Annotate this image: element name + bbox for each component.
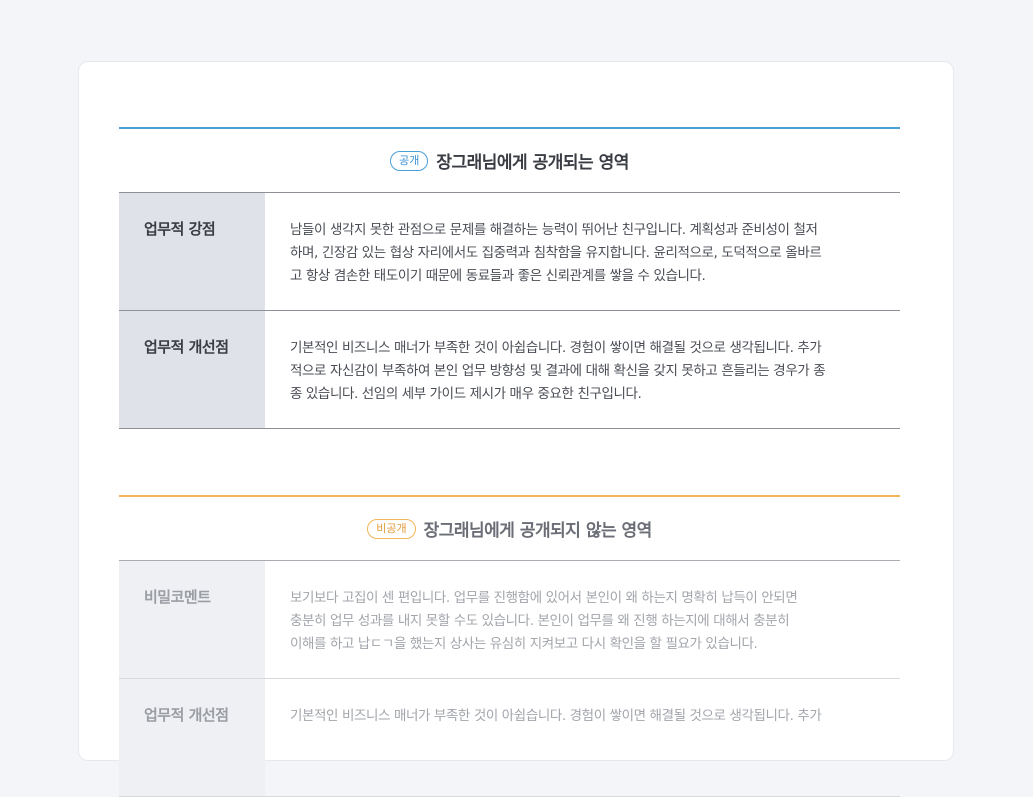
row-text: 보기보다 고집이 센 편입니다. 업무를 진행함에 있어서 본인이 왜 하는지 … (265, 561, 900, 678)
row-label: 업무적 개선점 (119, 311, 265, 428)
row-text-line: 적으로 자신감이 부족하여 본인 업무 방향성 및 결과에 대해 확신을 갖지 … (290, 363, 826, 379)
public-badge: 공개 (390, 150, 429, 171)
public-row-strengths: 업무적 강점 남들이 생각지 못한 관점으로 문제를 해결하는 능력이 뛰어난 … (119, 193, 900, 311)
public-section-header: 공개 장그래님에게 공개되는 영역 (119, 129, 900, 193)
public-section: 공개 장그래님에게 공개되는 영역 업무적 강점 남들이 생각지 못한 관점으로… (119, 127, 900, 429)
private-section: 비공개 장그래님에게 공개되지 않는 영역 비밀코멘트 보기보다 고집이 센 편… (119, 495, 900, 797)
private-row-improvements: 업무적 개선점 기본적인 비즈니스 매너가 부족한 것이 아쉽습니다. 경험이 … (119, 679, 900, 797)
row-text-line: 남들이 생각지 못한 관점으로 문제를 해결하는 능력이 뛰어난 친구입니다. … (290, 222, 818, 238)
row-text-line: 기본적인 비즈니스 매너가 부족한 것이 아쉽습니다. 경험이 쌓이면 해결될 … (290, 340, 822, 356)
row-text-line: 충분히 업무 성과를 내지 못할 수도 있습니다. 본인이 업무를 왜 진행 하… (290, 613, 790, 629)
public-row-improvements: 업무적 개선점 기본적인 비즈니스 매너가 부족한 것이 아쉽습니다. 경험이 … (119, 311, 900, 429)
private-section-header: 비공개 장그래님에게 공개되지 않는 영역 (119, 497, 900, 561)
row-text-line: 종 있습니다. 선임의 세부 가이드 제시가 매우 중요한 친구입니다. (290, 386, 642, 402)
evaluation-card: 공개 장그래님에게 공개되는 영역 업무적 강점 남들이 생각지 못한 관점으로… (78, 61, 954, 797)
private-badge: 비공개 (367, 518, 416, 539)
row-label: 업무적 개선점 (119, 679, 265, 796)
row-text-line: 하며, 긴장감 있는 협상 자리에서도 집중력과 침착함을 유지합니다. 윤리적… (290, 245, 822, 261)
row-text: 기본적인 비즈니스 매너가 부족한 것이 아쉽습니다. 경험이 쌓이면 해결될 … (265, 679, 900, 796)
row-text-line: 이해를 하고 납ㄷㄱ을 했는지 상사는 유심히 지켜보고 다시 확인을 할 필요… (290, 636, 758, 652)
row-text: 남들이 생각지 못한 관점으로 문제를 해결하는 능력이 뛰어난 친구입니다. … (265, 193, 900, 310)
private-section-title: 장그래님에게 공개되지 않는 영역 (423, 521, 653, 541)
row-label: 업무적 강점 (119, 193, 265, 310)
row-text: 기본적인 비즈니스 매너가 부족한 것이 아쉽습니다. 경험이 쌓이면 해결될 … (265, 311, 900, 428)
private-row-secret-comment: 비밀코멘트 보기보다 고집이 센 편입니다. 업무를 진행함에 있어서 본인이 … (119, 561, 900, 679)
public-section-title: 장그래님에게 공개되는 영역 (436, 153, 629, 173)
row-label: 비밀코멘트 (119, 561, 265, 678)
row-text-line: 기본적인 비즈니스 매너가 부족한 것이 아쉽습니다. 경험이 쌓이면 해결될 … (290, 708, 822, 724)
row-text-line: 보기보다 고집이 센 편입니다. 업무를 진행함에 있어서 본인이 왜 하는지 … (290, 590, 798, 606)
row-text-line: 고 항상 겸손한 태도이기 때문에 동료들과 좋은 신뢰관계를 쌓을 수 있습니… (290, 268, 706, 284)
